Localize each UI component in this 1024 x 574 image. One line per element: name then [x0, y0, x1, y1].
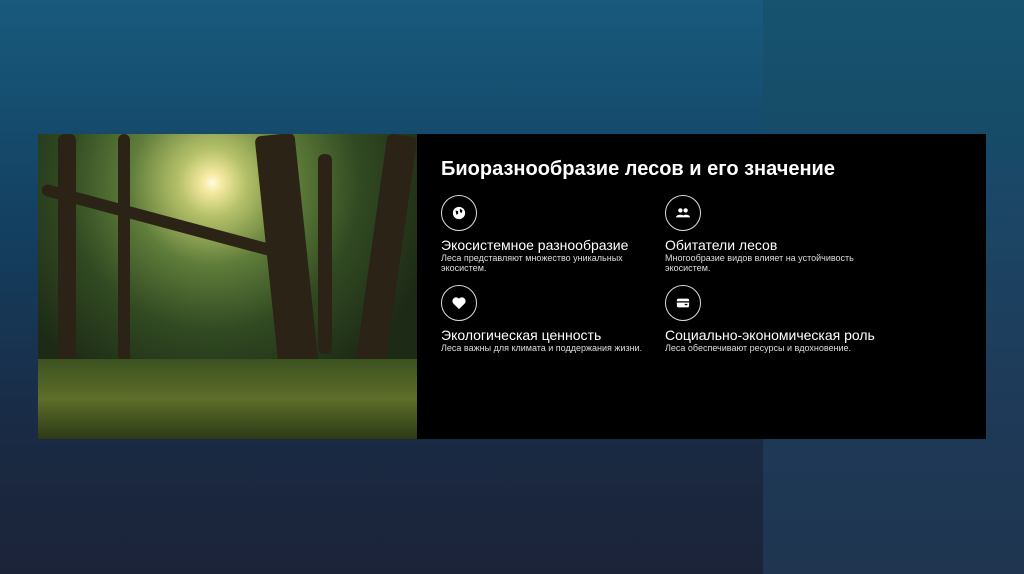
feature-desc: Многообразие видов влияет на устойчивост… [665, 253, 854, 273]
feature-item: Социально-экономическая роль Леса обеспе… [665, 285, 889, 353]
feature-desc: Леса представляют множество уникальных э… [441, 253, 623, 273]
feature-title: Социально-экономическая роль [665, 327, 875, 343]
slide-title: Биоразнообразие лесов и его значение [441, 158, 835, 180]
globe-icon [441, 195, 477, 231]
heart-icon [441, 285, 477, 321]
feature-item: Обитатели лесов Многообразие видов влияе… [665, 195, 889, 273]
feature-item: Экологическая ценность Леса важны для кл… [441, 285, 665, 353]
wallet-icon [665, 285, 701, 321]
feature-title: Экосистемное разнообразие [441, 237, 629, 253]
forest-photo [38, 134, 417, 439]
feature-title: Экологическая ценность [441, 327, 602, 343]
feature-desc: Леса важны для климата и поддержания жиз… [441, 343, 643, 353]
feature-desc: Леса обеспечивают ресурсы и вдохновение. [665, 343, 852, 353]
feature-title: Обитатели лесов [665, 237, 778, 253]
slide-card: Биоразнообразие лесов и его значение Эко… [38, 134, 986, 439]
users-icon [665, 195, 701, 231]
feature-item: Экосистемное разнообразие Леса представл… [441, 195, 665, 273]
